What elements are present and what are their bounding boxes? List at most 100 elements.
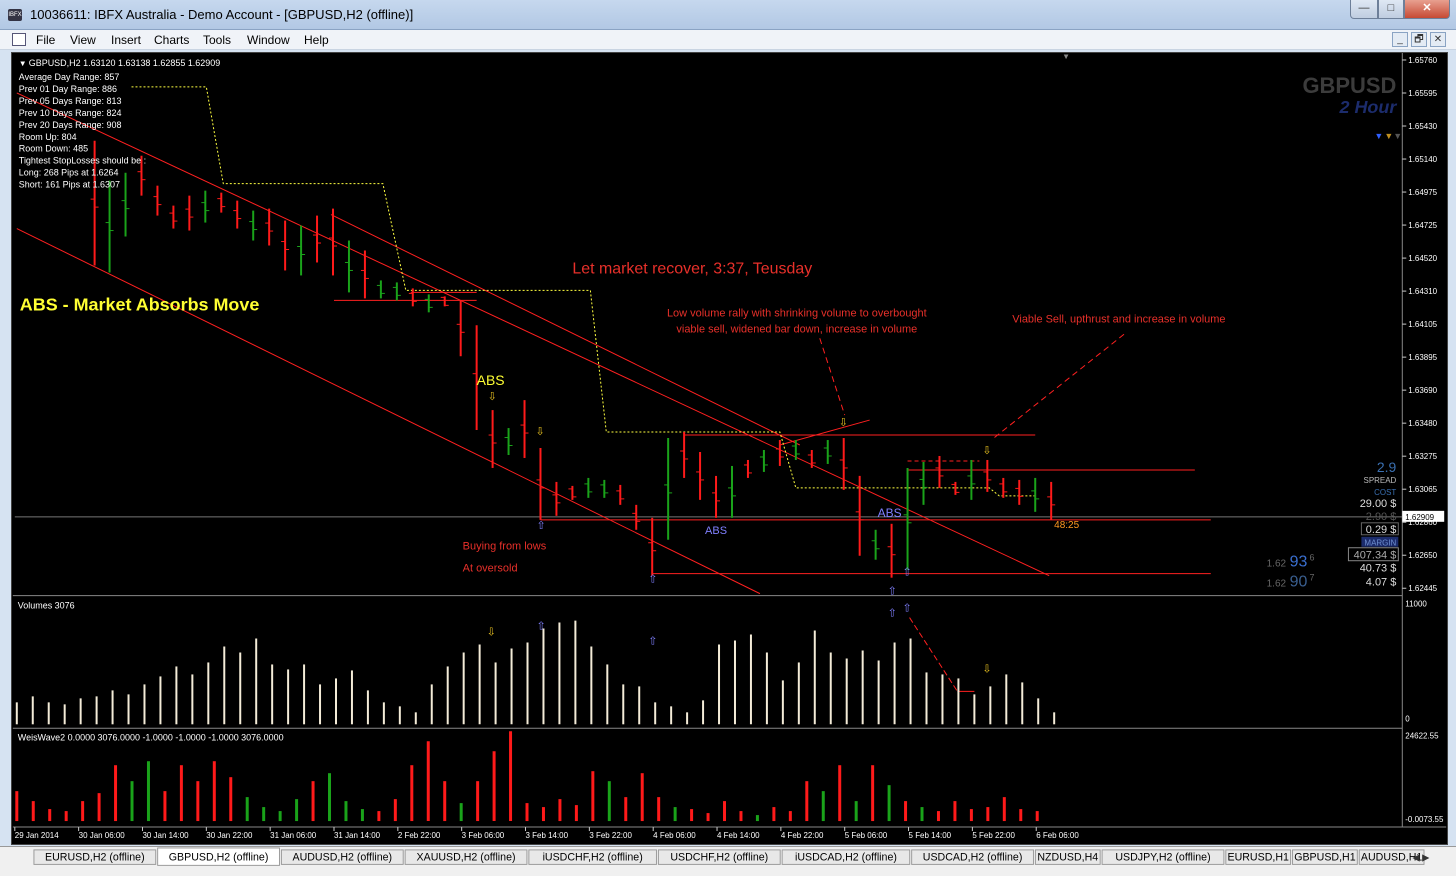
down-arrow-icon: ⇩ [982,445,991,457]
annotation-low-volume: viable sell, widened bar down, increase … [676,323,917,335]
chart-tabs: EURUSD,H2 (offline) GBPUSD,H2 (offline) AU… [0,846,1456,876]
close-button[interactable]: ✕ [1404,0,1450,19]
chart-tab[interactable]: USDCHF,H2 (offline) [657,849,781,865]
chart-collapse-icon[interactable]: ▼ [19,59,27,68]
info-line: Prev 10 Days Range: 824 [19,108,122,118]
cost-value: 29.00 $ [1360,498,1397,510]
time-tick-label: 30 Jan 22:00 [206,831,253,840]
shift-marker-icon[interactable]: ▼ [1062,52,1070,61]
annotation-recover: Let market recover, 3:37, Teusday [572,260,812,277]
chart-tab[interactable]: iUSDCAD,H2 (offline) [781,849,911,865]
price-tick-label: 1.62650 [1408,551,1437,560]
volume-header: Volumes 3076 [18,601,75,611]
time-tick-label: 4 Feb 14:00 [717,831,760,840]
trend-down-icon: ▼ [1393,131,1402,141]
title-bar: IBFX 10036611: IBFX Australia - Demo Acc… [0,0,1456,30]
menu-view[interactable]: View [70,33,96,47]
menu-window[interactable]: Window [247,33,290,47]
minimize-button[interactable]: — [1350,0,1378,19]
chart-tab-label: EURUSD,H1 [1228,852,1289,864]
chart-tab-label: AUDUSD,H2 (offline) [293,852,393,864]
mdi-minimize-button[interactable]: _ [1392,32,1408,47]
chart-window-icon[interactable] [12,33,26,46]
time-tick-label: 5 Feb 14:00 [909,831,952,840]
price-tick-label: 1.65760 [1408,56,1437,65]
price-tick-label: 1.65140 [1408,155,1437,164]
up-arrow-icon: ⇧ [648,574,657,586]
annotation-oversold: At oversold [463,563,518,575]
chart-tab-label: XAUUSD,H2 (offline) [417,852,516,864]
price-tick-label: 1.62445 [1408,584,1437,593]
symbol-watermark: GBPUSD [1302,73,1396,98]
volume-bars [15,620,1056,725]
chart-tab-label: USDCAD,H2 (offline) [923,852,1023,864]
window-title: 10036611: IBFX Australia - Demo Account … [30,7,414,22]
menu-bar: File View Insert Charts Tools Window Hel… [0,30,1456,50]
period-watermark: 2 Hour [1339,97,1398,117]
chart-area[interactable]: ▼ GBPUSD,H2 1.63120 1.63138 1.62855 1.62… [11,52,1448,845]
info-line: Room Up: 804 [19,132,77,142]
info-line: Long: 268 Pips at 1.6264 [19,168,119,178]
spread-label: SPREAD [1364,476,1397,485]
chart-tab[interactable]: USDCAD,H2 (offline) [911,849,1034,865]
menu-charts[interactable]: Charts [154,33,189,47]
tab-scroll-right-icon[interactable]: ▶ [1422,853,1430,864]
chart-tab-label: USDJPY,H2 (offline) [1115,852,1210,864]
tab-scroll-left-icon[interactable]: ◀ [1412,853,1420,864]
margin-label: MARGIN [1364,539,1396,548]
chart-tab[interactable]: GBPUSD,H1 [1292,849,1358,865]
time-tick-label: 31 Jan 14:00 [334,831,381,840]
window-controls: — □ ✕ [1350,0,1450,20]
down-arrow-icon: ⇩ [535,426,544,438]
price-tick-label: 1.63690 [1408,386,1437,395]
chart-tab[interactable]: EURUSD,H1 [1225,849,1292,865]
price-tick-label: 1.65430 [1408,122,1437,131]
info-line: Short: 161 Pips at 1.6307 [19,180,120,190]
time-tick-label: 2 Feb 22:00 [398,831,441,840]
ask-big: 90 [1290,574,1308,591]
price-tick-label: 1.63480 [1408,419,1437,428]
chart-tab[interactable]: EURUSD,H2 (offline) [33,849,157,865]
margin-value: 407.34 $ [1354,550,1397,562]
chart-tab[interactable]: AUDUSD,H2 (offline) [280,849,404,865]
ask-prefix: 1.62 [1267,579,1287,590]
price-bars [90,140,1056,578]
up-arrow-icon: ⇧ [903,603,912,615]
time-tick-label: 4 Feb 06:00 [653,831,696,840]
app-icon: IBFX [8,9,22,21]
cost-label: COST [1374,488,1396,497]
chart-tab[interactable]: NZDUSD,H4 [1034,849,1101,865]
chart-tab-label: GBPUSD,H1 [1294,852,1355,864]
info-line: Prev 05 Days Range: 813 [19,96,122,106]
chart-tab[interactable]: XAUUSD,H2 (offline) [404,849,528,865]
chart-tab[interactable]: USDJPY,H2 (offline) [1101,849,1225,865]
info-line: Average Day Range: 857 [19,72,120,82]
bid-small: 6 [1310,553,1315,563]
volume-axis-bottom: 0 [1405,714,1410,723]
time-tick-label: 3 Feb 14:00 [526,831,569,840]
time-tick-label: 3 Feb 06:00 [462,831,505,840]
info-line: Tightest StopLosses should be : [19,156,146,166]
terminal-window: IBFX 10036611: IBFX Australia - Demo Acc… [0,0,1456,876]
menu-file[interactable]: File [36,33,55,47]
menu-insert[interactable]: Insert [111,33,141,47]
up-arrow-icon: ⇧ [536,621,545,633]
price-tick-label: 1.64725 [1408,221,1437,230]
mdi-restore-button[interactable]: 🗗 [1411,32,1427,47]
chart-tab[interactable]: GBPUSD,H2 (offline) [157,847,280,866]
up-arrow-icon: ⇧ [903,567,912,579]
mdi-close-button[interactable]: ✕ [1430,32,1446,47]
price-tick-label: 1.64520 [1408,254,1437,263]
chart-tab-label: USDCHF,H2 (offline) [670,852,768,864]
chart-tab[interactable]: iUSDCHF,H2 (offline) [528,849,657,865]
chart-tab-label: EURUSD,H2 (offline) [45,852,145,864]
menu-help[interactable]: Help [304,33,329,47]
time-tick-label: 5 Feb 22:00 [972,831,1015,840]
abs-label: ABS [477,372,505,388]
weis-bars [15,731,1039,822]
time-tick-label: 29 Jan 2014 [15,831,59,840]
up-arrow-icon: ⇧ [888,586,897,598]
time-tick-label: 30 Jan 06:00 [79,831,126,840]
menu-tools[interactable]: Tools [203,33,231,47]
maximize-button[interactable]: □ [1378,0,1404,19]
